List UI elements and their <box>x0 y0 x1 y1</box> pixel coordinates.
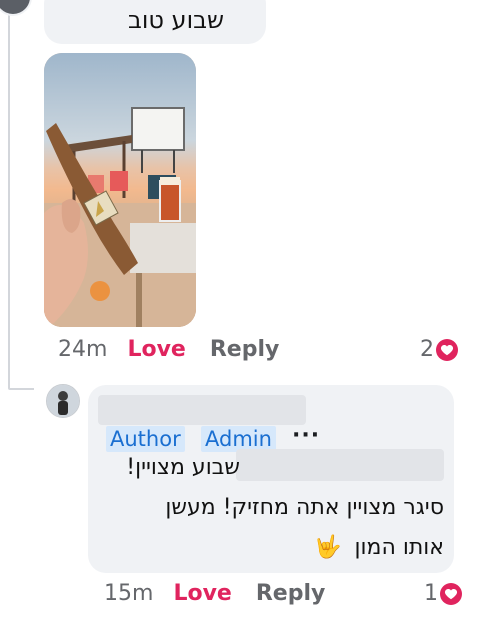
thread-connector <box>8 10 10 388</box>
comment-text-line-2: סיגר מצויין אתה מחזיק! מעשן <box>165 495 444 520</box>
heart-icon <box>440 582 462 605</box>
cigar-sunset-image <box>44 53 196 327</box>
comment-text-line-1: שבוע מצויין! <box>126 455 240 480</box>
comment-text-line-3: אותו המון 🤟 <box>314 535 444 560</box>
more-options-icon[interactable]: ··· <box>292 423 320 448</box>
reply-button[interactable]: Reply <box>256 581 326 606</box>
comment-text-line-3-text: אותו המון <box>354 535 444 560</box>
comment-time[interactable]: 24m <box>58 337 107 362</box>
reaction-count: 1 <box>424 581 438 606</box>
comment-bubble: שבוע טוב <box>44 0 266 44</box>
comment-time[interactable]: 15m <box>104 581 153 606</box>
avatar[interactable] <box>46 384 80 418</box>
reaction-count: 2 <box>420 337 434 362</box>
love-button[interactable]: Love <box>173 581 231 606</box>
comment-actions: 24m Love Reply <box>58 337 279 362</box>
reaction-summary[interactable]: 1 <box>424 581 462 606</box>
comment-text: שבוע טוב <box>127 6 224 34</box>
comment-bubble: Author Admin ··· שבוע מצויין! סיגר מצויי… <box>88 385 454 573</box>
thread-connector-curve <box>8 388 34 390</box>
author-badge: Author <box>106 426 185 452</box>
redacted-mention <box>236 449 444 481</box>
comment-actions: 15m Love Reply <box>104 581 325 606</box>
love-you-hand-emoji: 🤟 <box>314 535 342 560</box>
redacted-name <box>98 395 306 425</box>
love-button[interactable]: Love <box>127 337 185 362</box>
comment-photo[interactable] <box>44 53 196 327</box>
reply-button[interactable]: Reply <box>210 337 280 362</box>
avatar[interactable] <box>0 0 32 16</box>
reaction-summary[interactable]: 2 <box>420 337 458 362</box>
heart-icon <box>436 338 458 361</box>
